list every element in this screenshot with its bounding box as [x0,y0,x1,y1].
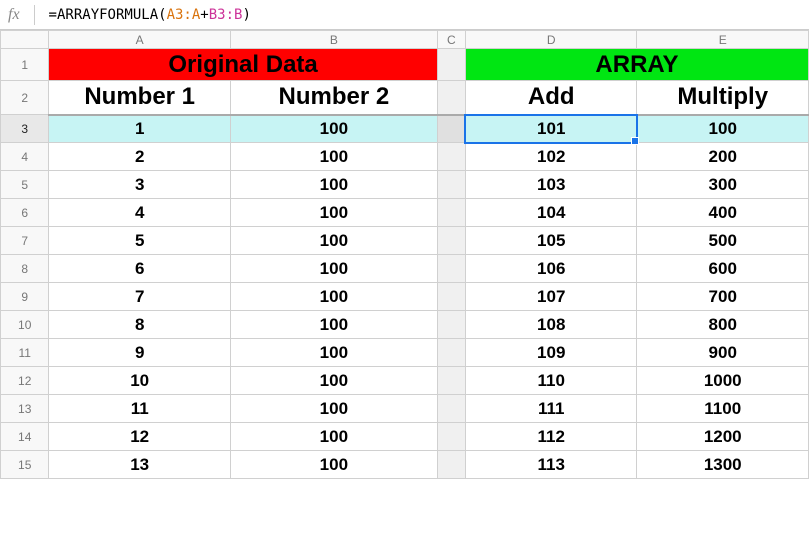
cell[interactable]: 10 [49,367,231,395]
cell[interactable]: 4 [49,199,231,227]
cell[interactable]: 100 [230,423,437,451]
cell[interactable] [437,395,465,423]
select-all-corner[interactable] [1,31,49,49]
cell[interactable] [437,283,465,311]
cell[interactable] [437,227,465,255]
cell[interactable]: 107 [465,283,636,311]
col-header-b[interactable]: B [230,31,437,49]
header-array[interactable]: ARRAY [465,49,808,81]
row-header[interactable]: 12 [1,367,49,395]
cell[interactable]: 5 [49,227,231,255]
cell[interactable]: 600 [637,255,809,283]
cell[interactable] [437,423,465,451]
row-header[interactable]: 7 [1,227,49,255]
row-header[interactable]: 1 [1,49,49,81]
cell[interactable] [437,199,465,227]
cell[interactable]: 100 [230,283,437,311]
cell[interactable] [437,143,465,171]
row-header[interactable]: 4 [1,143,49,171]
cell[interactable]: 110 [465,367,636,395]
formula-input[interactable]: =ARRAYFORMULA(A3:A+B3:B) [49,7,251,23]
cell[interactable] [437,171,465,199]
cell[interactable] [437,81,465,115]
cell[interactable]: 105 [465,227,636,255]
cell[interactable]: 101 [465,115,636,143]
cell[interactable]: 1300 [637,451,809,479]
row-header[interactable]: 5 [1,171,49,199]
row-header[interactable]: 6 [1,199,49,227]
header-original-data[interactable]: Original Data [49,49,437,81]
cell[interactable]: 100 [230,171,437,199]
cell[interactable]: 100 [230,339,437,367]
row-header[interactable]: 14 [1,423,49,451]
header-number1[interactable]: Number 1 [49,81,231,115]
row-header[interactable]: 9 [1,283,49,311]
cell[interactable] [437,311,465,339]
header-multiply[interactable]: Multiply [637,81,809,115]
row-header[interactable]: 11 [1,339,49,367]
cell[interactable]: 500 [637,227,809,255]
cell[interactable]: 100 [230,311,437,339]
cell[interactable]: 13 [49,451,231,479]
row-header[interactable]: 13 [1,395,49,423]
cell[interactable]: 100 [230,395,437,423]
cell[interactable]: 3 [49,171,231,199]
cell[interactable] [437,255,465,283]
cell[interactable] [437,451,465,479]
formula-bar: fx =ARRAYFORMULA(A3:A+B3:B) [0,0,809,30]
cell[interactable]: 12 [49,423,231,451]
cell[interactable]: 104 [465,199,636,227]
cell[interactable]: 2 [49,143,231,171]
cell[interactable]: 100 [230,143,437,171]
cell[interactable]: 106 [465,255,636,283]
cell[interactable]: 111 [465,395,636,423]
cell[interactable]: 7 [49,283,231,311]
row-header[interactable]: 8 [1,255,49,283]
cell[interactable]: 100 [230,255,437,283]
cell[interactable] [437,49,465,81]
cell[interactable]: 6 [49,255,231,283]
row-header[interactable]: 2 [1,81,49,115]
cell[interactable]: 1200 [637,423,809,451]
row-header[interactable]: 10 [1,311,49,339]
row-header[interactable]: 15 [1,451,49,479]
cell[interactable]: 1000 [637,367,809,395]
fx-divider [34,5,35,25]
cell[interactable]: 100 [230,199,437,227]
cell[interactable]: 108 [465,311,636,339]
cell[interactable]: 700 [637,283,809,311]
cell[interactable]: 100 [230,451,437,479]
cell[interactable]: 11 [49,395,231,423]
cell[interactable] [437,115,465,143]
cell[interactable]: 1 [49,115,231,143]
cell[interactable]: 1100 [637,395,809,423]
cell[interactable]: 300 [637,171,809,199]
cell[interactable]: 100 [230,227,437,255]
col-header-d[interactable]: D [465,31,636,49]
cell[interactable]: 112 [465,423,636,451]
cell[interactable]: 113 [465,451,636,479]
col-header-c[interactable]: C [437,31,465,49]
header-add[interactable]: Add [465,81,636,115]
col-header-e[interactable]: E [637,31,809,49]
cell[interactable]: 100 [637,115,809,143]
cell[interactable] [437,367,465,395]
cell[interactable]: 900 [637,339,809,367]
cell[interactable]: 400 [637,199,809,227]
cell[interactable]: 200 [637,143,809,171]
cell[interactable] [437,339,465,367]
spreadsheet-grid[interactable]: A B C D E 1 Original Data ARRAY 2 Number… [0,30,809,479]
header-number2[interactable]: Number 2 [230,81,437,115]
cell[interactable]: 800 [637,311,809,339]
col-header-a[interactable]: A [49,31,231,49]
cell[interactable]: 100 [230,115,437,143]
cell[interactable]: 109 [465,339,636,367]
row-header[interactable]: 3 [1,115,49,143]
cell[interactable]: 9 [49,339,231,367]
cell[interactable]: 100 [230,367,437,395]
cell[interactable]: 103 [465,171,636,199]
fx-icon[interactable]: fx [8,6,20,24]
cell[interactable]: 8 [49,311,231,339]
cell[interactable]: 102 [465,143,636,171]
